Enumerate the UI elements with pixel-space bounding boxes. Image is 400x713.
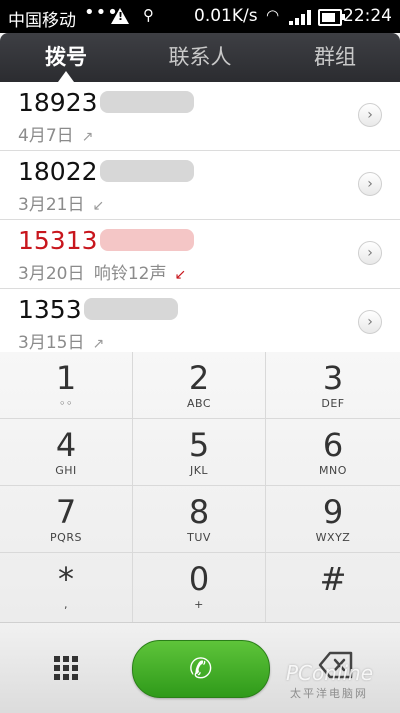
key-letters: JKL — [189, 464, 209, 477]
outgoing-call-icon: ↗ — [92, 336, 105, 352]
key-4[interactable]: 4 GHI — [0, 419, 133, 486]
call-date: 3月15日 — [18, 333, 85, 352]
voicemail-icon: ◦◦ — [59, 397, 73, 410]
call-number-prefix: 1353 — [18, 295, 82, 324]
call-number: 18022 — [18, 157, 194, 186]
call-number: 15313 — [18, 226, 194, 255]
dialer-action-bar: ✆ PConline 太平洋电脑网 — [0, 622, 400, 713]
key-letters: + — [194, 598, 204, 611]
tab-indicator-icon — [58, 71, 74, 82]
key-6[interactable]: 6 MNO — [266, 419, 400, 486]
key-7[interactable]: 7 PQRS — [0, 486, 133, 553]
key-digit: 1 — [55, 359, 77, 397]
signal-icon — [289, 10, 311, 25]
key-5[interactable]: 5 JKL — [133, 419, 266, 486]
call-meta: 3月15日 ↗ — [18, 328, 104, 352]
incoming-call-icon: ↙ — [92, 198, 105, 214]
call-detail-button[interactable]: › — [358, 172, 382, 196]
call-meta: 3月21日 ↙ — [18, 190, 104, 215]
key-digit: # — [319, 560, 347, 598]
key-digit: 7 — [55, 493, 77, 531]
call-date: 3月21日 — [18, 195, 85, 215]
key-0[interactable]: 0 + — [133, 553, 266, 622]
call-detail-button[interactable]: › — [358, 310, 382, 334]
carrier-name: 中国移动 — [8, 11, 76, 31]
key-letters: MNO — [319, 464, 347, 477]
call-detail-button[interactable]: › — [358, 241, 382, 265]
key-digit: 2 — [188, 359, 210, 397]
key-digit: 0 — [188, 560, 210, 598]
call-date: 3月20日 — [18, 264, 85, 284]
call-meta: 4月7日 ↗ — [18, 121, 93, 146]
watermark-logo: PConline — [286, 661, 374, 685]
key-hash[interactable]: # — [266, 553, 400, 622]
key-digit: 3 — [322, 359, 344, 397]
dialpad-grid-icon[interactable] — [54, 656, 78, 680]
tab-contacts[interactable]: 联系人 — [150, 33, 250, 82]
network-speed: 0.01K/s — [194, 6, 258, 26]
key-digit: 5 — [188, 426, 210, 464]
blurred-number — [99, 229, 194, 251]
key-9[interactable]: 9 WXYZ — [266, 486, 400, 553]
warning-icon: ! — [111, 8, 129, 24]
key-2[interactable]: 2 ABC — [133, 352, 266, 419]
call-meta: 3月20日 响铃12声 ↙ — [18, 259, 186, 284]
status-bar: 中国移动 ••• ! ⚲ 0.01K/s ◠ 22:24 — [0, 0, 400, 33]
watermark-subtitle: 太平洋电脑网 — [290, 687, 368, 700]
call-log-row[interactable]: 1353 3月15日 ↗ › — [0, 289, 400, 352]
blurred-number — [83, 298, 178, 320]
key-8[interactable]: 8 TUV — [133, 486, 266, 553]
key-letters: WXYZ — [315, 531, 351, 544]
key-letters: , — [64, 598, 68, 611]
key-letters: PQRS — [50, 531, 82, 544]
call-number-prefix: 18923 — [18, 88, 98, 117]
wifi-icon: ◠ — [266, 6, 280, 24]
call-number: 18923 — [18, 88, 194, 117]
call-log-row[interactable]: 18923 4月7日 ↗ › — [0, 82, 400, 151]
call-button[interactable]: ✆ — [132, 640, 270, 698]
key-digit: 4 — [55, 426, 77, 464]
ring-count: 响铃12声 — [93, 264, 167, 284]
tab-groups[interactable]: 群组 — [290, 33, 380, 82]
call-number-prefix: 15313 — [18, 226, 98, 255]
key-digit: * — [58, 560, 74, 598]
blurred-number — [99, 91, 194, 113]
key-star[interactable]: * , — [0, 553, 133, 622]
key-digit: 6 — [322, 426, 344, 464]
blurred-number — [99, 160, 194, 182]
key-3[interactable]: 3 DEF — [266, 352, 400, 419]
usb-icon: ⚲ — [143, 6, 154, 24]
call-log-row[interactable]: 18022 3月21日 ↙ › — [0, 151, 400, 220]
call-number: 1353 — [18, 295, 178, 324]
key-digit: 8 — [188, 493, 210, 531]
key-letters: TUV — [187, 531, 211, 544]
dial-keypad: 1 ◦◦ 2 ABC 3 DEF 4 GHI 5 JKL 6 MNO 7 PQR… — [0, 352, 400, 622]
call-detail-button[interactable]: › — [358, 103, 382, 127]
outgoing-call-icon: ↗ — [81, 129, 94, 145]
call-number-prefix: 18022 — [18, 157, 98, 186]
call-log-list: 18923 4月7日 ↗ › 18022 3月21日 ↙ › 15313 3月20日… — [0, 82, 400, 352]
status-time: 22:24 — [343, 6, 392, 26]
key-letters: DEF — [321, 397, 345, 410]
battery-icon — [318, 9, 345, 26]
key-digit: 9 — [322, 493, 344, 531]
missed-call-icon: ↙ — [174, 267, 187, 283]
key-1[interactable]: 1 ◦◦ — [0, 352, 133, 419]
call-log-row[interactable]: 15313 3月20日 响铃12声 ↙ › — [0, 220, 400, 289]
key-letters: GHI — [55, 464, 77, 477]
key-letters: ABC — [186, 397, 212, 410]
call-date: 4月7日 — [18, 126, 74, 146]
phone-icon: ✆ — [189, 652, 213, 685]
